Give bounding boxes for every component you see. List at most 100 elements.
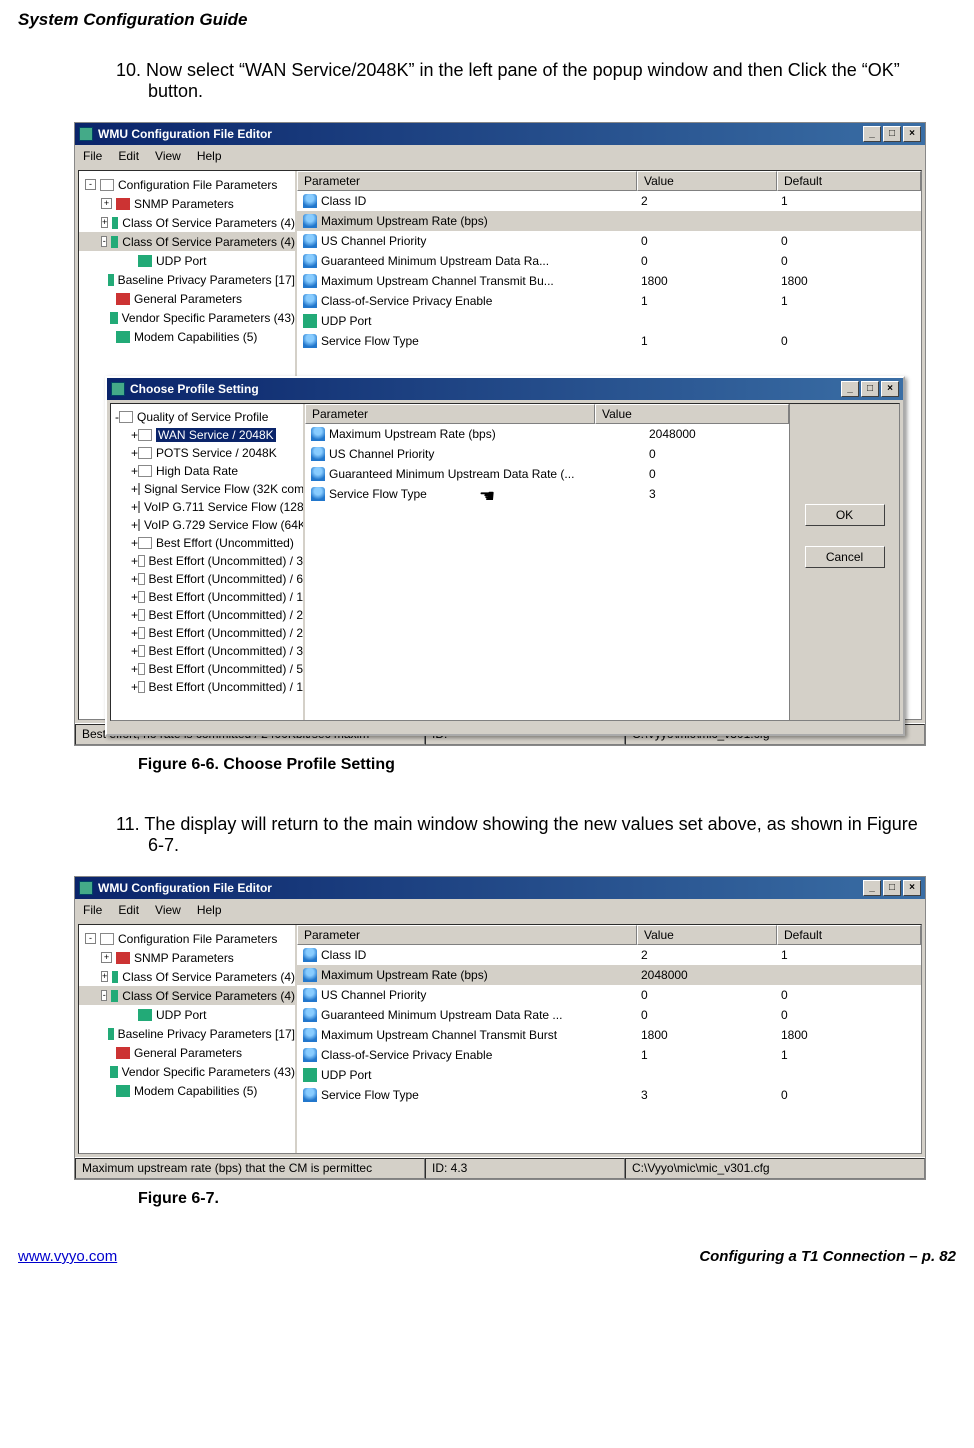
menu-file[interactable]: File [83, 903, 102, 917]
tree-item[interactable]: +Class Of Service Parameters (4) [79, 213, 295, 232]
list-row[interactable]: US Channel Priority0 [305, 444, 789, 464]
menu-view[interactable]: View [155, 903, 181, 917]
menu-view[interactable]: View [155, 149, 181, 163]
list-row[interactable]: Maximum Upstream Rate (bps)2048000 [297, 965, 921, 985]
ok-button[interactable]: OK [805, 504, 885, 526]
list-header[interactable]: Parameter Value Default [297, 171, 921, 191]
list-row[interactable]: Maximum Upstream Rate (bps)2048000 [305, 424, 789, 444]
col-value[interactable]: Value [637, 171, 777, 191]
col-parameter[interactable]: Parameter [297, 171, 637, 191]
tree-item[interactable]: UDP Port [79, 251, 295, 270]
menu-help[interactable]: Help [197, 903, 222, 917]
col-value[interactable]: Value [595, 404, 789, 424]
status-left: Maximum upstream rate (bps) that the CM … [75, 1158, 425, 1179]
menu-edit[interactable]: Edit [118, 149, 139, 163]
figure-6-7-caption: Figure 6-7. [138, 1190, 956, 1208]
page-footer: www.vyyo.com Configuring a T1 Connection… [18, 1248, 956, 1265]
popup-tree-item[interactable]: -Quality of Service Profile [111, 408, 303, 426]
tree-item[interactable]: Modem Capabilities (5) [79, 1081, 295, 1100]
col-value[interactable]: Value [637, 925, 777, 945]
minimize-icon[interactable]: _ [863, 126, 881, 142]
tree-item[interactable]: Baseline Privacy Parameters [17] [79, 270, 295, 289]
app-icon [79, 881, 93, 895]
menu-help[interactable]: Help [197, 149, 222, 163]
list-row[interactable]: US Channel Priority00 [297, 985, 921, 1005]
tree-item[interactable]: +SNMP Parameters [79, 948, 295, 967]
popup-tree-item[interactable]: +VoIP G.711 Service Flow (128 [111, 498, 303, 516]
main-splitter: -Configuration File Parameters+SNMP Para… [78, 170, 922, 720]
hand-cursor-icon: ☚ [479, 486, 495, 507]
popup-tree-item[interactable]: +WAN Service / 2048K [111, 426, 303, 444]
col-parameter[interactable]: Parameter [305, 404, 595, 424]
menu-edit[interactable]: Edit [118, 903, 139, 917]
tree-item[interactable]: -Configuration File Parameters [79, 929, 295, 948]
popup-tree-item[interactable]: +Best Effort (Uncommitted) / 1 [111, 588, 303, 606]
maximize-icon[interactable]: □ [883, 126, 901, 142]
popup-list[interactable]: Parameter Value Maximum Upstream Rate (b… [305, 404, 789, 720]
list-row[interactable]: US Channel Priority00 [297, 231, 921, 251]
tree-item[interactable]: Modem Capabilities (5) [79, 327, 295, 346]
popup-tree-item[interactable]: +VoIP G.729 Service Flow (64K [111, 516, 303, 534]
minimize-icon[interactable]: _ [841, 381, 859, 397]
popup-tree[interactable]: -Quality of Service Profile+WAN Service … [111, 404, 305, 720]
list-body[interactable]: Class ID21Maximum Upstream Rate (bps)204… [297, 945, 921, 1153]
footer-url[interactable]: www.vyyo.com [18, 1248, 117, 1265]
col-parameter[interactable]: Parameter [297, 925, 637, 945]
popup-titlebar[interactable]: Choose Profile Setting _ □ × [107, 378, 903, 400]
list-row[interactable]: Guaranteed Minimum Upstream Data Rate ..… [297, 1005, 921, 1025]
popup-list-body[interactable]: Maximum Upstream Rate (bps)2048000US Cha… [305, 424, 789, 504]
popup-tree-item[interactable]: +Best Effort (Uncommitted) / 5 [111, 660, 303, 678]
tree-item[interactable]: General Parameters [79, 289, 295, 308]
popup-tree-item[interactable]: +Best Effort (Uncommitted) / 6 [111, 570, 303, 588]
maximize-icon[interactable]: □ [883, 880, 901, 896]
cancel-button[interactable]: Cancel [805, 546, 885, 568]
tree-item[interactable]: UDP Port [79, 1005, 295, 1024]
list-row[interactable]: Class-of-Service Privacy Enable11 [297, 1045, 921, 1065]
popup-tree-item[interactable]: +POTS Service / 2048K [111, 444, 303, 462]
list-row[interactable]: Class-of-Service Privacy Enable11 [297, 291, 921, 311]
close-icon[interactable]: × [881, 381, 899, 397]
list-row[interactable]: Class ID21 [297, 191, 921, 211]
close-icon[interactable]: × [903, 880, 921, 896]
tree-item[interactable]: +Class Of Service Parameters (4) [79, 967, 295, 986]
tree-item[interactable]: Vendor Specific Parameters (43) [79, 1062, 295, 1081]
tree-item[interactable]: -Class Of Service Parameters (4) [79, 232, 295, 251]
tree-item[interactable]: -Configuration File Parameters [79, 175, 295, 194]
popup-tree-item[interactable]: +Best Effort (Uncommitted) [111, 534, 303, 552]
list-row[interactable]: Guaranteed Minimum Upstream Data Ra...00 [297, 251, 921, 271]
tree-item[interactable]: Baseline Privacy Parameters [17] [79, 1024, 295, 1043]
list-row[interactable]: UDP Port [297, 1065, 921, 1085]
list-row[interactable]: UDP Port [297, 311, 921, 331]
col-default[interactable]: Default [777, 171, 921, 191]
list-header[interactable]: Parameter Value Default [297, 925, 921, 945]
tree-item[interactable]: Vendor Specific Parameters (43) [79, 308, 295, 327]
close-icon[interactable]: × [903, 126, 921, 142]
list-row[interactable]: Maximum Upstream Rate (bps) [297, 211, 921, 231]
popup-list-header[interactable]: Parameter Value [305, 404, 789, 424]
popup-tree-item[interactable]: +High Data Rate [111, 462, 303, 480]
popup-tree-item[interactable]: +Best Effort (Uncommitted) / 1 [111, 678, 303, 696]
tree-item[interactable]: +SNMP Parameters [79, 194, 295, 213]
window-titlebar[interactable]: WMU Configuration File Editor _ □ × [75, 877, 925, 899]
popup-tree-item[interactable]: +Best Effort (Uncommitted) / 3 [111, 552, 303, 570]
tree-pane[interactable]: -Configuration File Parameters+SNMP Para… [79, 925, 297, 1153]
popup-tree-item[interactable]: +Signal Service Flow (32K comr [111, 480, 303, 498]
list-row[interactable]: Maximum Upstream Channel Transmit Bu...1… [297, 271, 921, 291]
maximize-icon[interactable]: □ [861, 381, 879, 397]
popup-tree-item[interactable]: +Best Effort (Uncommitted) / 2 [111, 606, 303, 624]
list-row[interactable]: Service Flow Type3 [305, 484, 789, 504]
tree-item[interactable]: -Class Of Service Parameters (4) [79, 986, 295, 1005]
minimize-icon[interactable]: _ [863, 880, 881, 896]
popup-tree-item[interactable]: +Best Effort (Uncommitted) / 3 [111, 642, 303, 660]
list-row[interactable]: Guaranteed Minimum Upstream Data Rate (.… [305, 464, 789, 484]
list-row[interactable]: Class ID21 [297, 945, 921, 965]
col-default[interactable]: Default [777, 925, 921, 945]
list-pane[interactable]: Parameter Value Default Class ID21Maximu… [297, 925, 921, 1153]
popup-tree-item[interactable]: +Best Effort (Uncommitted) / 2 [111, 624, 303, 642]
list-row[interactable]: Service Flow Type10 [297, 331, 921, 351]
list-row[interactable]: Service Flow Type30 [297, 1085, 921, 1105]
menu-file[interactable]: File [83, 149, 102, 163]
list-row[interactable]: Maximum Upstream Channel Transmit Burst1… [297, 1025, 921, 1045]
tree-item[interactable]: General Parameters [79, 1043, 295, 1062]
window-titlebar[interactable]: WMU Configuration File Editor _ □ × [75, 123, 925, 145]
